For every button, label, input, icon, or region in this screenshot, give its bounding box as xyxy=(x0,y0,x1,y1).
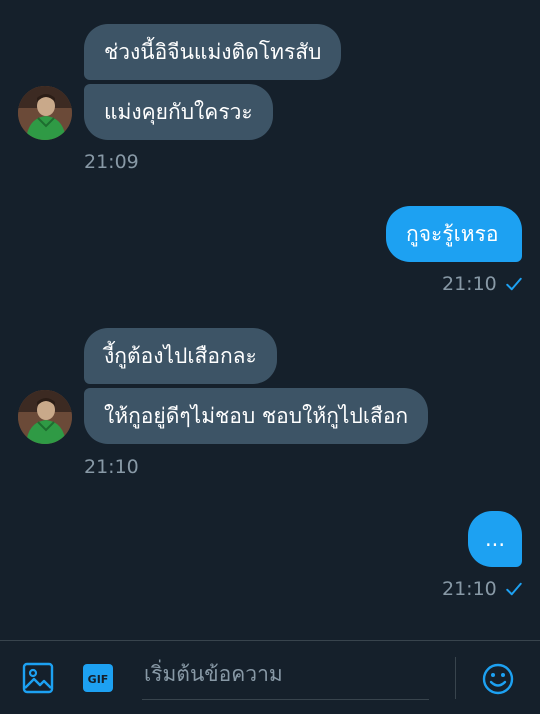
incoming-message-bubble[interactable]: แม่งคุยกับใครวะ xyxy=(84,84,273,140)
message-text: กูจะรู้เหรอ xyxy=(406,222,499,246)
avatar[interactable] xyxy=(18,86,72,140)
incoming-message-bubble[interactable]: ช่วงนี้อิจีนแม่งติดโทรสับ xyxy=(84,24,342,80)
message-text: งี้กูต้องไปเสือกละ xyxy=(104,344,257,368)
message-timestamp: 21:10 xyxy=(84,456,139,478)
message-text: ให้กูอยู่ดีๆไม่ชอบ ชอบให้กูไปเสือก xyxy=(104,404,409,428)
svg-text:GIF: GIF xyxy=(88,673,109,686)
message-meta: 21:10 xyxy=(442,273,523,295)
message-meta: 21:10 xyxy=(442,578,523,600)
gif-icon[interactable]: GIF xyxy=(82,663,114,693)
message-text: ช่วงนี้อิจีนแม่งติดโทรสับ xyxy=(104,40,322,64)
check-icon xyxy=(506,582,522,596)
incoming-message-bubble[interactable]: ให้กูอยู่ดีๆไม่ชอบ ชอบให้กูไปเสือก xyxy=(84,388,429,444)
message-text: ... xyxy=(484,527,506,551)
image-icon[interactable] xyxy=(22,662,54,694)
message-thread: ช่วงนี้อิจีนแม่งติดโทรสับ แม่งคุยกับใครว… xyxy=(0,0,540,640)
message-composer: GIF xyxy=(0,640,540,714)
incoming-message-bubble[interactable]: งี้กูต้องไปเสือกละ xyxy=(84,328,277,384)
message-timestamp: 21:09 xyxy=(84,151,139,173)
outgoing-message-bubble[interactable]: ... xyxy=(468,511,522,567)
outgoing-message-bubble[interactable]: กูจะรู้เหรอ xyxy=(386,206,522,262)
message-input[interactable] xyxy=(142,657,433,691)
message-input-wrapper xyxy=(142,657,433,700)
emoji-icon[interactable] xyxy=(481,662,515,696)
message-timestamp: 21:10 xyxy=(442,273,497,295)
avatar[interactable] xyxy=(18,390,72,444)
avatar-image xyxy=(18,86,72,140)
check-icon xyxy=(506,277,522,291)
message-text: แม่งคุยกับใครวะ xyxy=(104,100,253,124)
message-timestamp: 21:10 xyxy=(442,578,497,600)
avatar-image xyxy=(18,390,72,444)
composer-divider xyxy=(455,657,456,699)
